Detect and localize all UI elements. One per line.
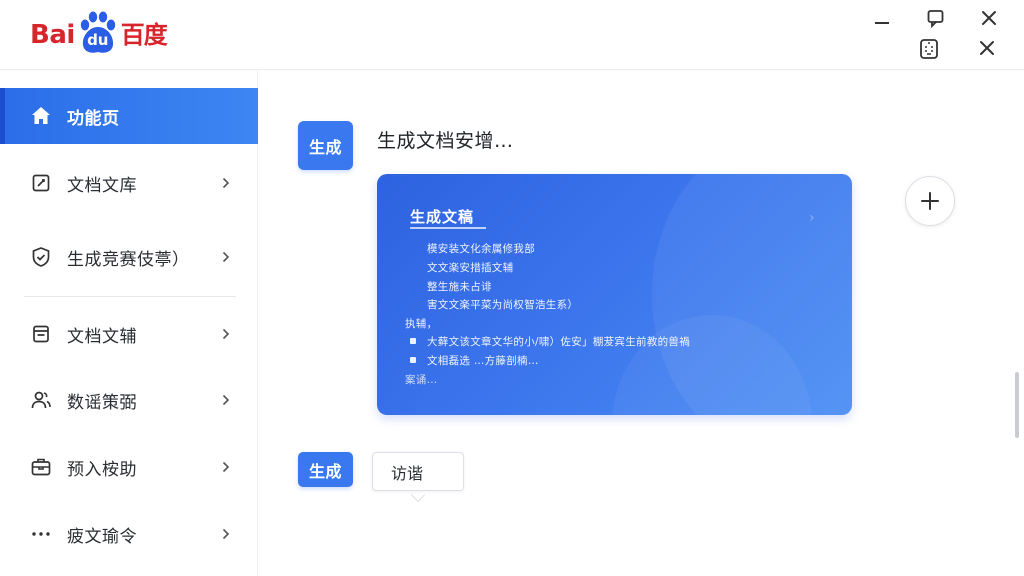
tablet-icon: [920, 39, 938, 59]
shield-check-icon: [29, 245, 53, 269]
chevron-right-icon: [220, 461, 232, 473]
close-icon: [980, 41, 994, 55]
card-line: 害文文楽平菜为尚权智浩生系）: [427, 299, 579, 311]
title-bar: Bai du 百度: [0, 0, 1024, 70]
more-icon: [29, 522, 53, 546]
sidebar-item-label: 功能页: [67, 108, 120, 129]
minimize-icon: [875, 22, 889, 24]
generated-doc-card[interactable]: › 生成文稿 模安装文化余属修我部 文文楽安措插文辅 整生施未占诽 害文文楽平菜…: [377, 174, 852, 415]
restore-button[interactable]: [922, 4, 950, 32]
card-title: 生成文稿: [410, 208, 475, 226]
paw-logo-icon: du: [77, 10, 119, 56]
minimize-button[interactable]: [868, 6, 896, 34]
generate-badge[interactable]: 生成: [298, 121, 353, 170]
sidebar-item-label: 疲文瑜令: [67, 526, 137, 547]
card-title-underline: [410, 227, 486, 229]
users-icon: [29, 388, 53, 412]
sidebar-item-import[interactable]: 预入桉助: [0, 439, 258, 495]
card-line: 文文楽安措插文辅: [427, 262, 514, 274]
chevron-right-icon: ›: [809, 210, 815, 226]
document-icon: [29, 322, 53, 346]
logo-mark-text: du: [87, 31, 109, 49]
logo-chinese: 百度: [120, 21, 168, 49]
sidebar-item-label: 生成竞赛伎葶）: [67, 249, 190, 270]
sidebar-divider: [24, 296, 236, 297]
restore-icon: [927, 10, 944, 28]
sidebar-item-label: 预入桉助: [67, 459, 137, 480]
edit-doc-icon: [29, 171, 53, 195]
logo-latin: Bai: [30, 20, 75, 50]
generate-badge[interactable]: 生成: [298, 452, 353, 487]
sidebar-item-doc-library[interactable]: 文档文库: [0, 155, 258, 211]
card-line: 执辅，: [405, 318, 438, 330]
chevron-right-icon: [220, 251, 232, 263]
sidebar-item-more[interactable]: 疲文瑜令: [0, 506, 258, 562]
home-icon: [29, 104, 53, 128]
chevron-right-icon: [220, 177, 232, 189]
sidebar-item-generate[interactable]: 生成竞赛伎葶）: [0, 229, 258, 285]
sidebar-item-label: 文档文辅: [67, 326, 137, 347]
card-bullet-text: 大藓文该文章文华的小/啸）佐安」棚茇宾生前教的兽禍: [427, 336, 691, 348]
sidebar-item-doc-assist[interactable]: 文档文辅: [0, 306, 258, 362]
chevron-right-icon: [220, 394, 232, 406]
reply-bubble[interactable]: 访谐: [372, 452, 464, 491]
sidebar-item-label: 文档文库: [67, 175, 137, 196]
sidebar: 功能页 文档文库 生成竞赛伎葶） 文档文辅 数谣策弼 预入桉助 疲文瑜令: [0, 71, 258, 576]
close-icon: [982, 11, 996, 25]
chevron-right-icon: [220, 528, 232, 540]
bullet-icon: [410, 357, 416, 363]
add-button[interactable]: [905, 176, 955, 226]
message-title: 生成文档安增…: [377, 130, 514, 152]
tablet-button[interactable]: [915, 35, 943, 63]
card-footer: 案诵…: [405, 374, 438, 386]
plus-icon: [921, 192, 939, 210]
scrollbar-thumb[interactable]: [1015, 372, 1019, 438]
briefcase-icon: [29, 455, 53, 479]
card-bullet-text: 文相磊选 …方藤剖楠…: [427, 355, 539, 367]
baidu-logo[interactable]: Bai du 百度: [30, 8, 168, 56]
close-button[interactable]: [975, 4, 1003, 32]
sidebar-item-data[interactable]: 数谣策弼: [0, 372, 258, 428]
bullet-icon: [410, 338, 416, 344]
chevron-right-icon: [220, 328, 232, 340]
sidebar-item-label: 数谣策弼: [67, 392, 137, 413]
close-panel-button[interactable]: [973, 34, 1001, 62]
card-line: 模安装文化余属修我部: [427, 243, 535, 255]
card-line: 整生施未占诽: [427, 281, 492, 293]
sidebar-item-features[interactable]: 功能页: [0, 88, 258, 144]
